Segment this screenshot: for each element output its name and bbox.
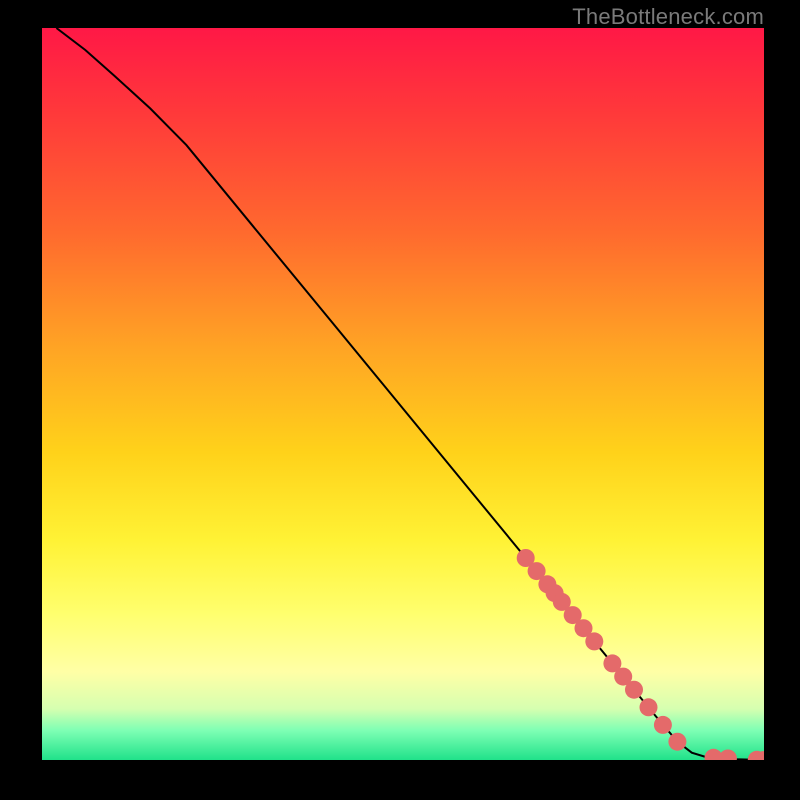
data-marker bbox=[625, 681, 643, 699]
data-marker bbox=[640, 698, 658, 716]
data-marker bbox=[585, 632, 603, 650]
watermark-text: TheBottleneck.com bbox=[572, 4, 764, 30]
chart-frame: TheBottleneck.com bbox=[0, 0, 800, 800]
data-marker bbox=[668, 733, 686, 751]
curve-line bbox=[56, 28, 764, 760]
data-marker bbox=[654, 716, 672, 734]
chart-svg bbox=[42, 28, 764, 760]
plot-area bbox=[42, 28, 764, 760]
data-marker bbox=[719, 750, 737, 761]
